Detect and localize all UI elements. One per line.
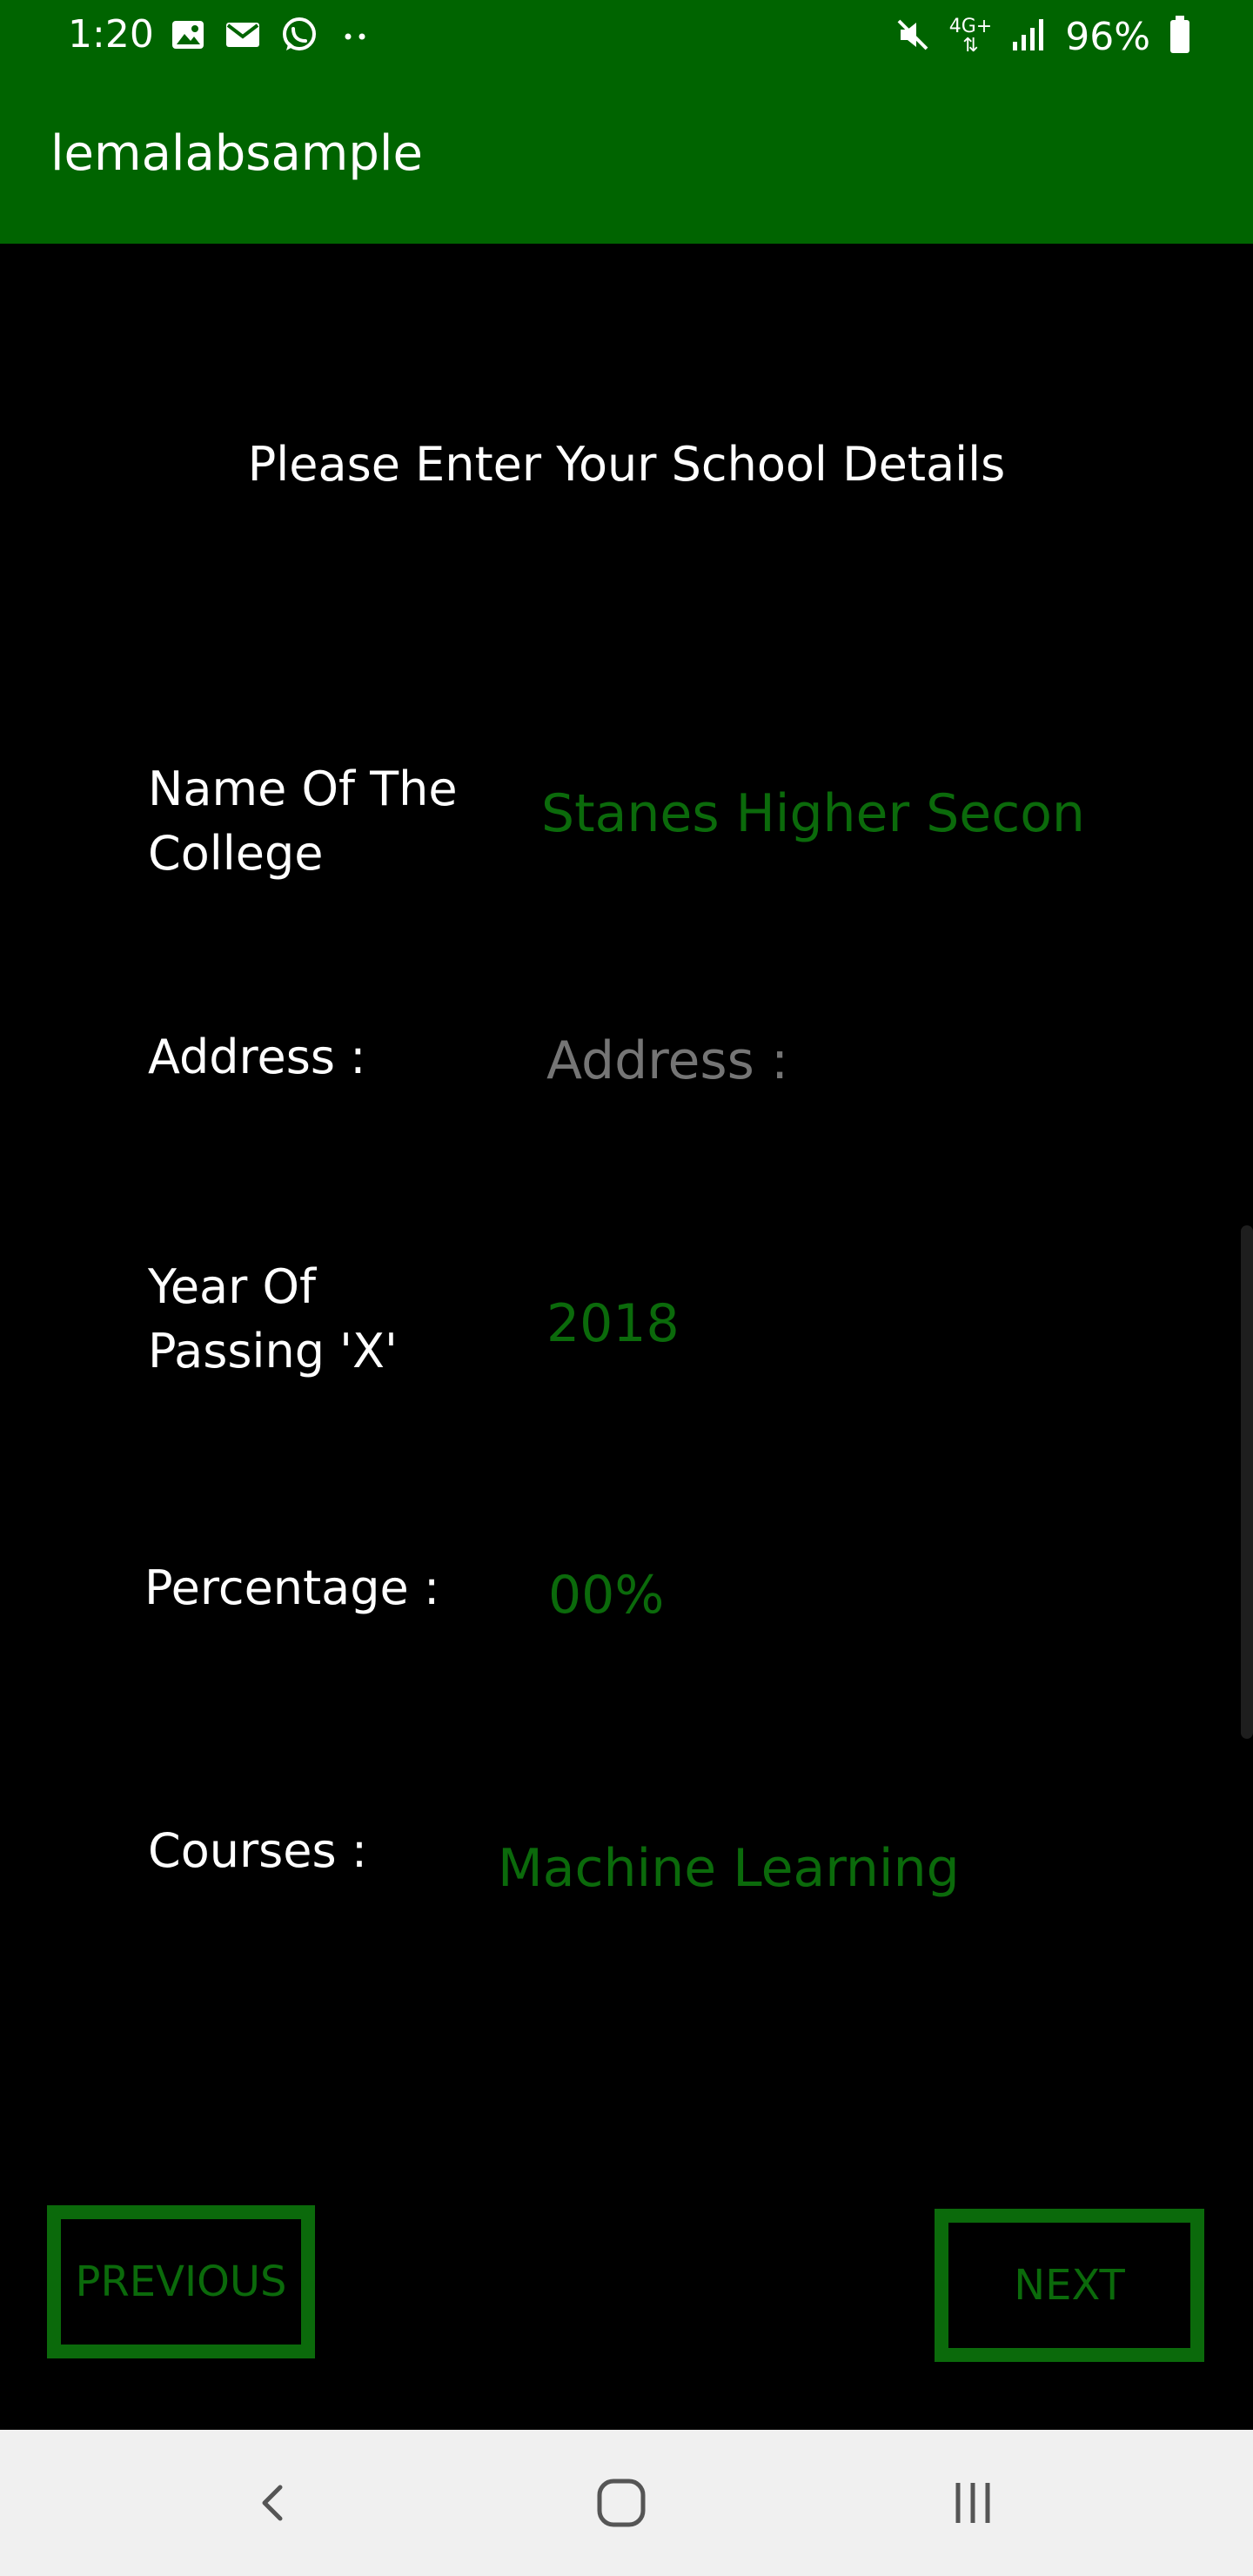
courses-label: Courses :: [148, 1823, 368, 1878]
previous-button[interactable]: PREVIOUS: [47, 2205, 315, 2358]
data-arrows-icon: ⇅: [962, 35, 979, 57]
form-heading: Please Enter Your School Details: [247, 437, 1006, 492]
back-icon[interactable]: [230, 2459, 317, 2546]
status-time: 1:20: [68, 12, 154, 57]
recent-apps-icon[interactable]: [929, 2459, 1016, 2546]
mute-icon: [894, 16, 932, 57]
app-title: lemalabsample: [50, 125, 423, 182]
system-icons: 4G+ ⇅ 96%: [894, 12, 1192, 61]
address-label: Address :: [148, 1030, 366, 1084]
scrollbar[interactable]: [1241, 1225, 1253, 1739]
courses-dropdown[interactable]: Machine Learning: [498, 1836, 1159, 1901]
percentage-label: Percentage :: [144, 1560, 440, 1615]
whatsapp-icon: [280, 16, 318, 57]
network-label: 4G+: [948, 16, 993, 37]
image-icon: [171, 17, 205, 56]
mail-icon: [224, 17, 261, 56]
year-of-passing-label: Year Of Passing 'X': [148, 1259, 398, 1379]
signal-icon: [1009, 16, 1048, 57]
status-bar: 1:20 4G+ ⇅ 96%: [0, 0, 1253, 73]
battery-icon: [1168, 14, 1192, 59]
notification-icons: [171, 17, 372, 56]
college-name-input[interactable]: Stanes Higher Secon: [541, 782, 1150, 846]
school-details-form: Please Enter Your School Details Name Of…: [0, 244, 1253, 2430]
percentage-input[interactable]: 00%: [548, 1563, 1157, 1627]
more-dots-icon: [338, 17, 372, 56]
app-bar: lemalabsample: [0, 73, 1253, 244]
network-icon: 4G+ ⇅: [949, 17, 992, 56]
address-input[interactable]: [546, 1029, 1156, 1093]
year-of-passing-input[interactable]: 2018: [546, 1291, 1156, 1356]
college-name-label: Name Of The College: [148, 761, 458, 881]
navigation-bar: [0, 2430, 1253, 2576]
next-button[interactable]: NEXT: [935, 2209, 1204, 2362]
home-icon[interactable]: [578, 2459, 665, 2546]
battery-percent: 96%: [1065, 14, 1150, 59]
